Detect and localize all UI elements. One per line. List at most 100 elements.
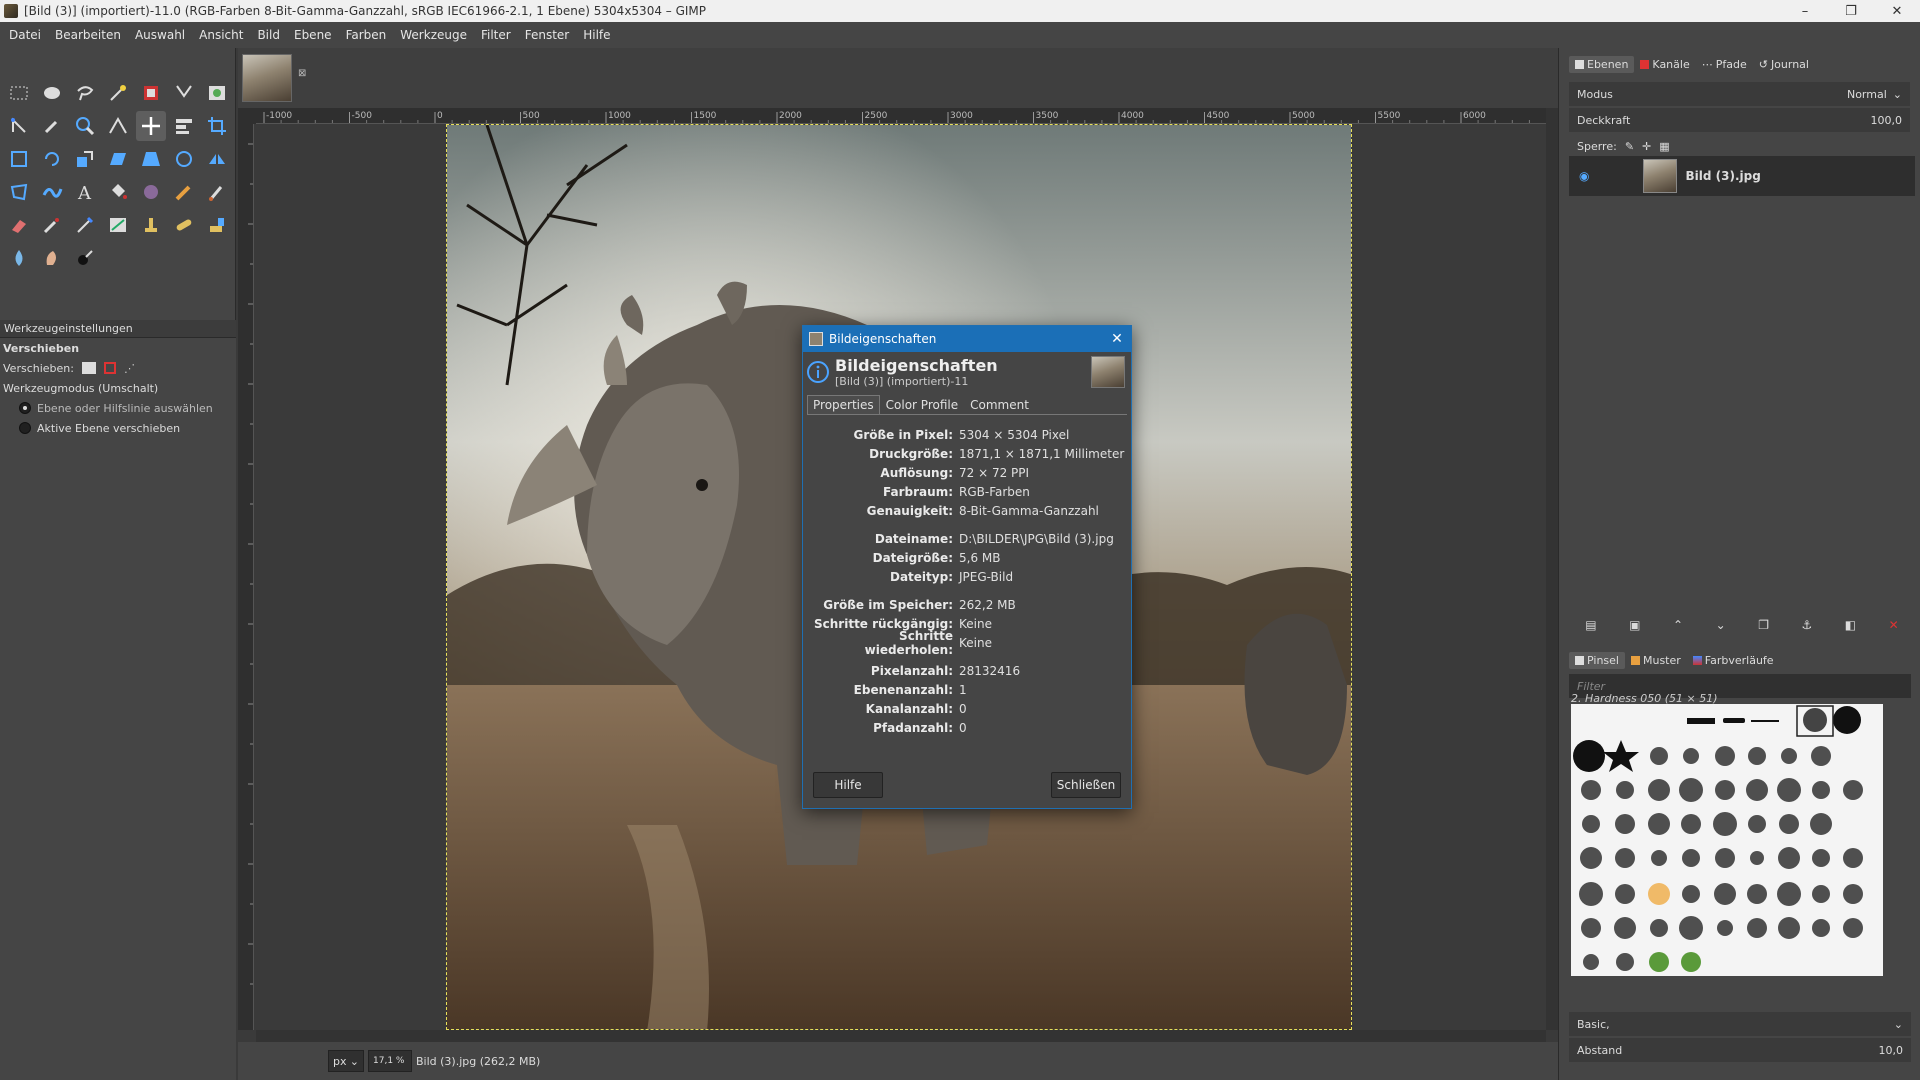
bucket-fill-tool[interactable] <box>103 177 133 207</box>
3d-transform-tool[interactable] <box>169 144 199 174</box>
color-picker-tool[interactable] <box>37 111 67 141</box>
minimize-button[interactable]: – <box>1782 0 1828 22</box>
smudge-tool[interactable] <box>37 243 67 273</box>
image-tab-close-icon[interactable]: ⊠ <box>298 68 310 80</box>
option-active-row[interactable]: Aktive Ebene verschieben <box>0 418 236 438</box>
shear-tool[interactable] <box>103 144 133 174</box>
image-tab-thumbnail[interactable] <box>242 54 292 102</box>
paths-tool[interactable] <box>4 111 34 141</box>
tab-color-profile[interactable]: Color Profile <box>880 395 964 414</box>
opacity-row[interactable]: Deckkraft 100,0 <box>1569 108 1910 132</box>
tool-options-tab[interactable]: Werkzeugeinstellungen <box>0 320 236 338</box>
measure-tool[interactable] <box>103 111 133 141</box>
tab-properties[interactable]: Properties <box>807 395 880 414</box>
tab-kanaele[interactable]: Kanäle <box>1634 56 1695 73</box>
airbrush-tool[interactable] <box>37 210 67 240</box>
paintbrush-tool[interactable] <box>202 177 232 207</box>
tab-pfade[interactable]: ⋯ Pfade <box>1696 56 1753 73</box>
zoom-tool[interactable] <box>70 111 100 141</box>
menu-auswahl[interactable]: Auswahl <box>128 28 192 42</box>
eye-icon[interactable]: ◉ <box>1579 169 1589 183</box>
menu-hilfe[interactable]: Hilfe <box>576 28 617 42</box>
tab-journal[interactable]: ↺ Journal <box>1753 56 1815 73</box>
option-pick-radio[interactable] <box>19 402 31 414</box>
menu-bearbeiten[interactable]: Bearbeiten <box>48 28 128 42</box>
lock-pixels-icon[interactable]: ✎ <box>1625 140 1634 153</box>
dialog-titlebar[interactable]: Bildeigenschaften ✕ <box>803 326 1131 352</box>
move-path-toggle[interactable]: ⋰ <box>124 362 135 375</box>
tab-comment[interactable]: Comment <box>964 395 1035 414</box>
ellipse-select-tool[interactable] <box>37 78 67 108</box>
new-layer-icon[interactable]: ▤ <box>1585 618 1596 632</box>
perspective-tool[interactable] <box>136 144 166 174</box>
heal-tool[interactable] <box>169 210 199 240</box>
layer-name[interactable]: Bild (3).jpg <box>1685 169 1760 183</box>
lasso-tool[interactable] <box>70 78 100 108</box>
move-layer-toggle[interactable] <box>81 362 96 374</box>
dialog-close-icon[interactable]: ✕ <box>1103 331 1131 347</box>
lower-layer-icon[interactable]: ⌄ <box>1716 618 1726 632</box>
rect-select-tool[interactable] <box>4 78 34 108</box>
layer-mode-row[interactable]: Modus Normal ⌄ <box>1569 82 1910 106</box>
lock-position-icon[interactable]: ✛ <box>1642 140 1651 153</box>
layer-row[interactable]: ◉ Bild (3).jpg <box>1569 156 1915 196</box>
brush-grid[interactable] <box>1571 704 1883 976</box>
perspective-clone-tool[interactable] <box>202 210 232 240</box>
menu-farben[interactable]: Farben <box>339 28 394 42</box>
close-window-button[interactable]: ✕ <box>1874 0 1920 22</box>
text-tool[interactable]: A <box>70 177 100 207</box>
mypaint-brush-tool[interactable] <box>103 210 133 240</box>
menu-filter[interactable]: Filter <box>474 28 518 42</box>
delete-layer-icon[interactable]: ✕ <box>1889 618 1899 632</box>
maximize-button[interactable]: ❐ <box>1828 0 1874 22</box>
menu-ebene[interactable]: Ebene <box>287 28 339 42</box>
spacing-row[interactable]: Abstand 10,0 <box>1569 1038 1911 1062</box>
eraser-tool[interactable] <box>4 210 34 240</box>
menu-datei[interactable]: Datei <box>2 28 48 42</box>
vertical-ruler[interactable] <box>238 124 254 1030</box>
ink-tool[interactable] <box>70 210 100 240</box>
help-button[interactable]: Hilfe <box>813 772 883 798</box>
duplicate-layer-icon[interactable]: ❐ <box>1758 618 1769 632</box>
unified-transform-tool[interactable] <box>4 144 34 174</box>
brush-preset-select[interactable]: Basic, ⌄ <box>1569 1012 1911 1036</box>
foreground-select-tool[interactable] <box>202 78 232 108</box>
gradient-tool[interactable] <box>136 177 166 207</box>
pencil-tool[interactable] <box>169 177 199 207</box>
anchor-icon[interactable]: ⚓ <box>1802 618 1813 632</box>
move-selection-toggle[interactable] <box>103 362 116 374</box>
scissors-tool[interactable] <box>169 78 199 108</box>
horizontal-ruler[interactable]: -1000 -500 0 500 1000 1500 2000 2500 3000 3500 400… <box>256 108 1546 124</box>
vertical-scrollbar[interactable] <box>1546 108 1558 1030</box>
clone-tool[interactable] <box>136 210 166 240</box>
option-active-radio[interactable] <box>19 422 31 434</box>
align-tool[interactable] <box>169 111 199 141</box>
warp-transform-tool[interactable] <box>37 177 67 207</box>
tab-muster[interactable]: Muster <box>1625 652 1687 669</box>
flip-tool[interactable] <box>202 144 232 174</box>
rotate-tool[interactable] <box>37 144 67 174</box>
scale-tool[interactable] <box>70 144 100 174</box>
unit-select[interactable]: px ⌄ <box>328 1050 364 1072</box>
new-layer-group-icon[interactable]: ▣ <box>1629 618 1640 632</box>
menu-bild[interactable]: Bild <box>250 28 287 42</box>
menu-fenster[interactable]: Fenster <box>518 28 577 42</box>
zoom-select[interactable]: 17,1 % <box>368 1050 412 1072</box>
menu-ansicht[interactable]: Ansicht <box>192 28 250 42</box>
raise-layer-icon[interactable]: ⌃ <box>1673 618 1683 632</box>
horizontal-scrollbar[interactable] <box>256 1030 1546 1042</box>
cage-transform-tool[interactable] <box>4 177 34 207</box>
ruler-corner[interactable] <box>238 108 256 124</box>
tab-pinsel[interactable]: Pinsel <box>1569 651 1625 669</box>
crop-tool[interactable] <box>202 111 232 141</box>
close-dialog-button[interactable]: Schließen <box>1051 772 1121 798</box>
mask-icon[interactable]: ◧ <box>1845 618 1856 632</box>
fuzzy-select-tool[interactable] <box>103 78 133 108</box>
tab-farbverlaeufe[interactable]: Farbverläufe <box>1687 652 1780 669</box>
menu-werkzeuge[interactable]: Werkzeuge <box>393 28 474 42</box>
move-tool[interactable] <box>136 111 166 141</box>
dodge-burn-tool[interactable] <box>70 243 100 273</box>
lock-alpha-icon[interactable]: ▦ <box>1659 140 1669 153</box>
by-color-select-tool[interactable] <box>136 78 166 108</box>
tab-ebenen[interactable]: Ebenen <box>1569 55 1635 73</box>
